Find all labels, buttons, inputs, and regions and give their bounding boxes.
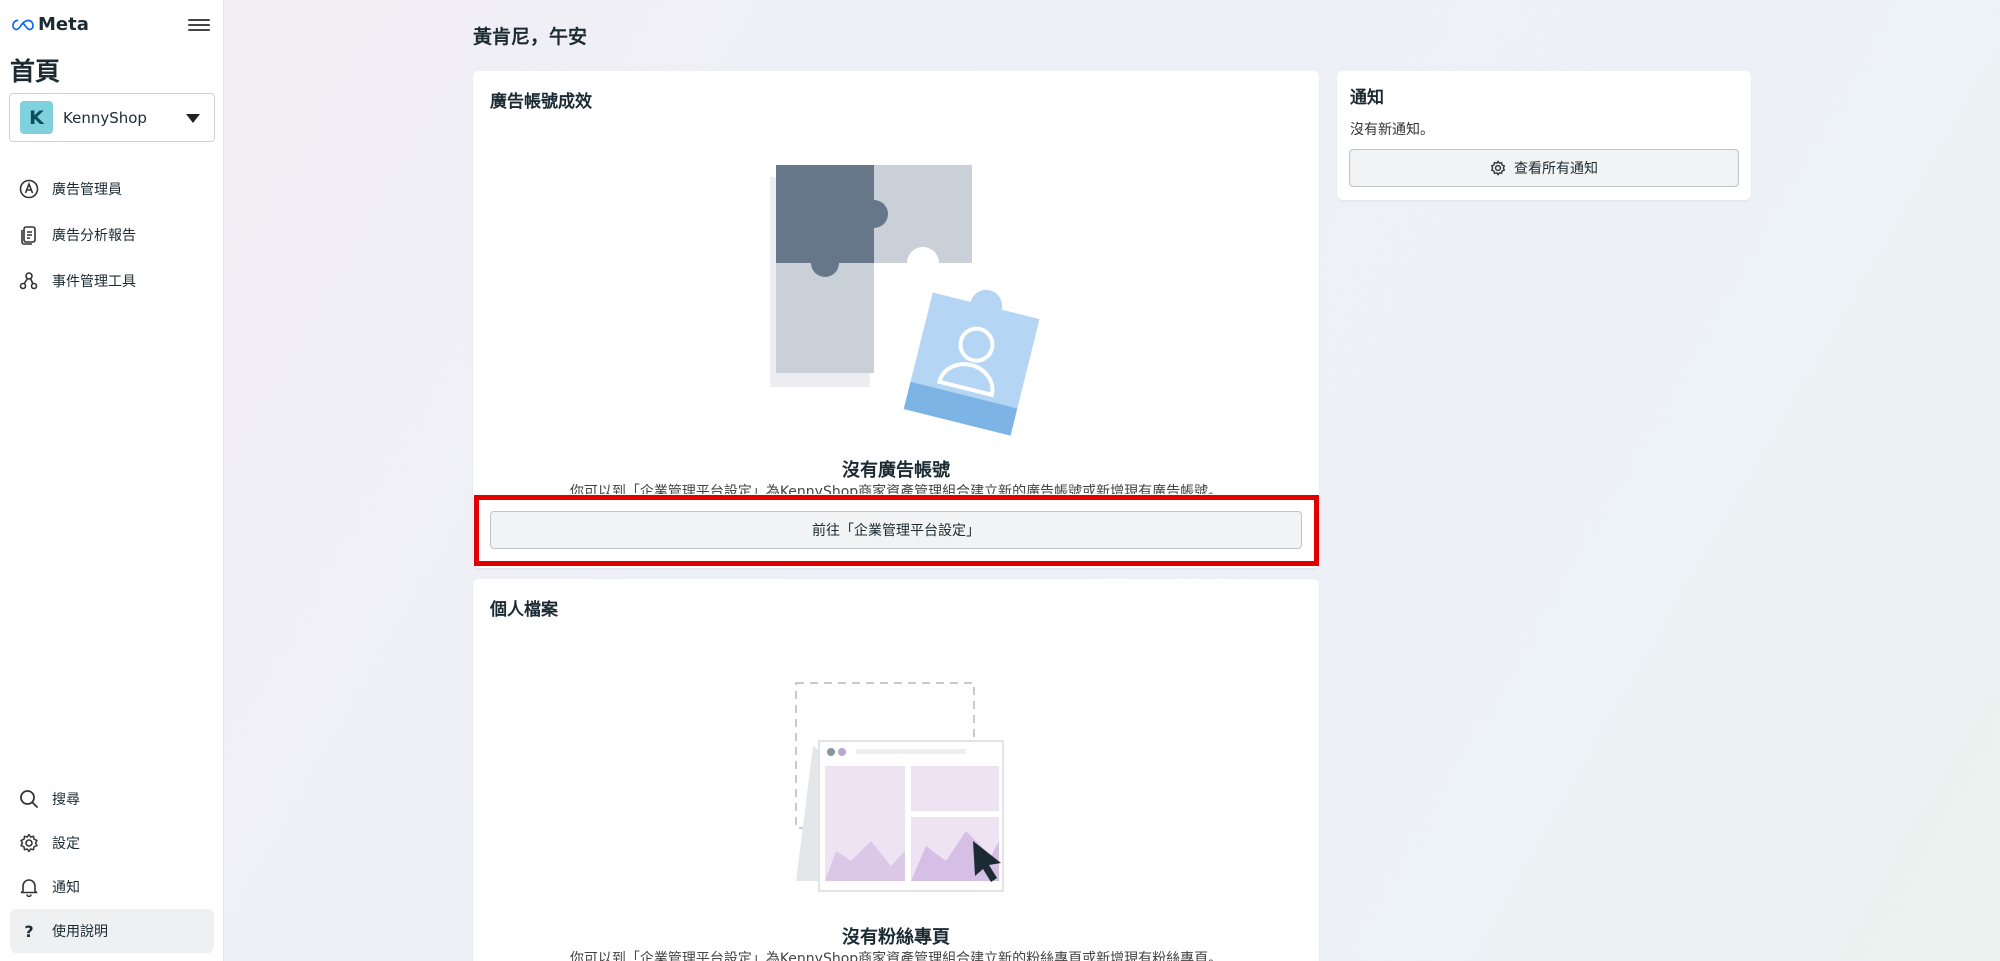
go-to-business-settings-button[interactable]: 前往「企業管理平台設定」: [490, 511, 1302, 549]
sidebar-item-label: 通知: [52, 880, 80, 896]
notifications-card: 通知 沒有新通知。 查看所有通知: [1337, 71, 1751, 200]
sidebar-item-notifications[interactable]: 通知: [10, 865, 214, 909]
sidebar-item-ads-manager[interactable]: 廣告管理員: [10, 166, 214, 212]
page-illustration: [795, 682, 1004, 892]
meta-infinity-icon: [12, 19, 34, 30]
no-notifications-text: 沒有新通知。: [1350, 122, 1434, 138]
report-icon: [18, 224, 40, 246]
account-selector[interactable]: K KennyShop: [9, 93, 215, 142]
card-title: 個人檔案: [490, 600, 558, 620]
empty-state-title: 沒有粉絲專頁: [842, 927, 950, 948]
ad-account-performance-card: 廣告帳號成效 沒有廣告帳號 你可以到「企業管理平台設定」為KennyShop商家…: [473, 71, 1319, 568]
menu-toggle-icon[interactable]: [188, 16, 210, 36]
meta-logo[interactable]: Meta: [12, 14, 89, 35]
sidebar-item-label: 設定: [52, 836, 80, 852]
sidebar-item-label: 廣告管理員: [52, 182, 122, 198]
brand-name: Meta: [38, 14, 89, 35]
ads-manager-icon: [18, 178, 40, 200]
empty-state-description: 你可以到「企業管理平台設定」為KennyShop商家資產管理組合建立新的粉絲專頁…: [569, 951, 1223, 961]
card-title: 廣告帳號成效: [490, 92, 592, 112]
sidebar-item-settings[interactable]: 設定: [10, 821, 214, 865]
view-all-notifications-button[interactable]: 查看所有通知: [1349, 149, 1739, 187]
help-icon: ?: [24, 921, 34, 941]
sidebar-bottom-nav: 搜尋 設定 通知 ? 使用說明: [10, 777, 214, 953]
sidebar-item-events[interactable]: 事件管理工具: [10, 258, 214, 304]
empty-state-title: 沒有廣告帳號: [842, 460, 950, 481]
sidebar-nav: 廣告管理員 廣告分析報告 事件管理工具: [10, 166, 214, 304]
gear-icon: [1490, 160, 1506, 176]
sidebar-item-search[interactable]: 搜尋: [10, 777, 214, 821]
gear-icon: [18, 832, 40, 854]
sidebar-item-label: 使用說明: [52, 924, 108, 940]
profile-card: 個人檔案 沒有粉絲專頁 你可以到「企業管理平台設定」為KennyShop商家資產…: [473, 579, 1319, 961]
sidebar-item-reports[interactable]: 廣告分析報告: [10, 212, 214, 258]
search-icon: [18, 788, 40, 810]
greeting: 黃肯尼，午安: [473, 26, 588, 48]
events-icon: [18, 270, 40, 292]
bell-icon: [18, 876, 40, 898]
caret-down-icon: [186, 114, 200, 123]
sidebar: Meta 首頁 K KennyShop 廣告管理員 廣告分析報告 事件管理工具: [0, 0, 224, 961]
button-label: 查看所有通知: [1514, 161, 1598, 177]
sidebar-item-label: 廣告分析報告: [52, 228, 136, 244]
card-title: 通知: [1350, 88, 1384, 108]
sidebar-item-label: 事件管理工具: [52, 274, 136, 290]
account-name: KennyShop: [63, 108, 147, 127]
account-avatar: K: [20, 101, 53, 134]
puzzle-illustration: [770, 165, 1040, 436]
sidebar-item-help[interactable]: ? 使用說明: [10, 909, 214, 953]
page-heading: 首頁: [10, 57, 61, 86]
sidebar-item-label: 搜尋: [52, 792, 80, 808]
empty-state-description: 你可以到「企業管理平台設定」為KennyShop商家資產管理組合建立新的廣告帳號…: [569, 484, 1223, 494]
